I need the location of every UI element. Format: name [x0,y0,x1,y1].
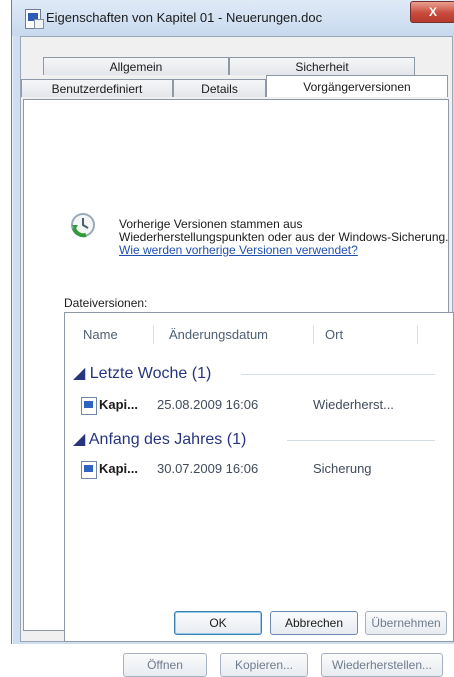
item-name: Kapi... [99,397,139,412]
expand-arrow-icon[interactable]: ◢ [73,365,85,382]
tab-vorgaengerversionen[interactable]: Vorgängerversionen [266,75,448,97]
tab-benutzerdefiniert[interactable]: Benutzerdefiniert [21,79,173,97]
info-link[interactable]: Wie werden vorherige Versionen verwendet… [119,243,358,257]
tab-allgemein[interactable]: Allgemein [43,57,229,75]
dialog-content: Allgemein Sicherheit Benutzerdefiniert D… [20,36,454,677]
group-divider [287,440,435,441]
list-item[interactable]: Kapi... 30.07.2009 16:06 Sicherung [73,459,449,479]
item-name: Kapi... [99,461,139,476]
column-location[interactable]: Ort [325,323,343,347]
titlebar: Eigenschaften von Kapitel 01 - Neuerunge… [12,0,454,36]
cancel-button[interactable]: Abbrechen [270,611,358,635]
group-label: Letzte Woche (1) [89,365,212,382]
ok-button[interactable]: OK [174,611,262,635]
item-date: 30.07.2009 16:06 [157,461,259,476]
group-label: Anfang des Jahres (1) [88,431,247,448]
column-name[interactable]: Name [83,323,118,347]
column-separator [417,326,418,344]
properties-window: Eigenschaften von Kapitel 01 - Neuerunge… [11,0,454,677]
close-button[interactable]: X [410,1,454,23]
window-title: Eigenschaften von Kapitel 01 - Neuerunge… [46,10,323,25]
versions-label: Dateiversionen: [64,296,148,310]
item-location: Sicherung [313,461,372,476]
group-header[interactable]: ◢ Anfang des Jahres (1) [73,429,247,448]
copy-button[interactable]: Kopieren... [220,653,308,677]
column-separator [153,326,154,344]
expand-arrow-icon[interactable]: ◢ [73,431,85,448]
item-location: Wiederherst... [313,397,394,412]
open-button[interactable]: Öffnen [123,653,207,677]
item-date: 25.08.2009 16:06 [157,397,259,412]
versions-list[interactable]: Name Änderungsdatum Ort ◢ Letzte Woche (… [64,312,454,642]
column-date[interactable]: Änderungsdatum [169,323,268,347]
apply-button[interactable]: Übernehmen [365,611,447,635]
list-header: Name Änderungsdatum Ort [65,323,453,347]
tab-sicherheit[interactable]: Sicherheit [229,57,415,75]
info-description: Vorherige Versionen stammen aus Wiederhe… [119,217,449,244]
restore-button[interactable]: Wiederherstellen... [321,653,443,677]
tab-panel: Vorherige Versionen stammen aus Wiederhe… [23,99,454,677]
word-document-icon [81,461,97,479]
info-text: Vorherige Versionen stammen aus Wiederhe… [119,218,449,257]
document-icon [25,9,41,29]
tab-details[interactable]: Details [173,79,266,97]
group-divider [241,374,435,375]
word-document-icon [81,397,97,415]
restore-clock-icon [71,213,95,238]
list-item[interactable]: Kapi... 25.08.2009 16:06 Wiederherst... [73,395,449,415]
column-separator [313,326,314,344]
group-header[interactable]: ◢ Letzte Woche (1) [73,363,212,382]
